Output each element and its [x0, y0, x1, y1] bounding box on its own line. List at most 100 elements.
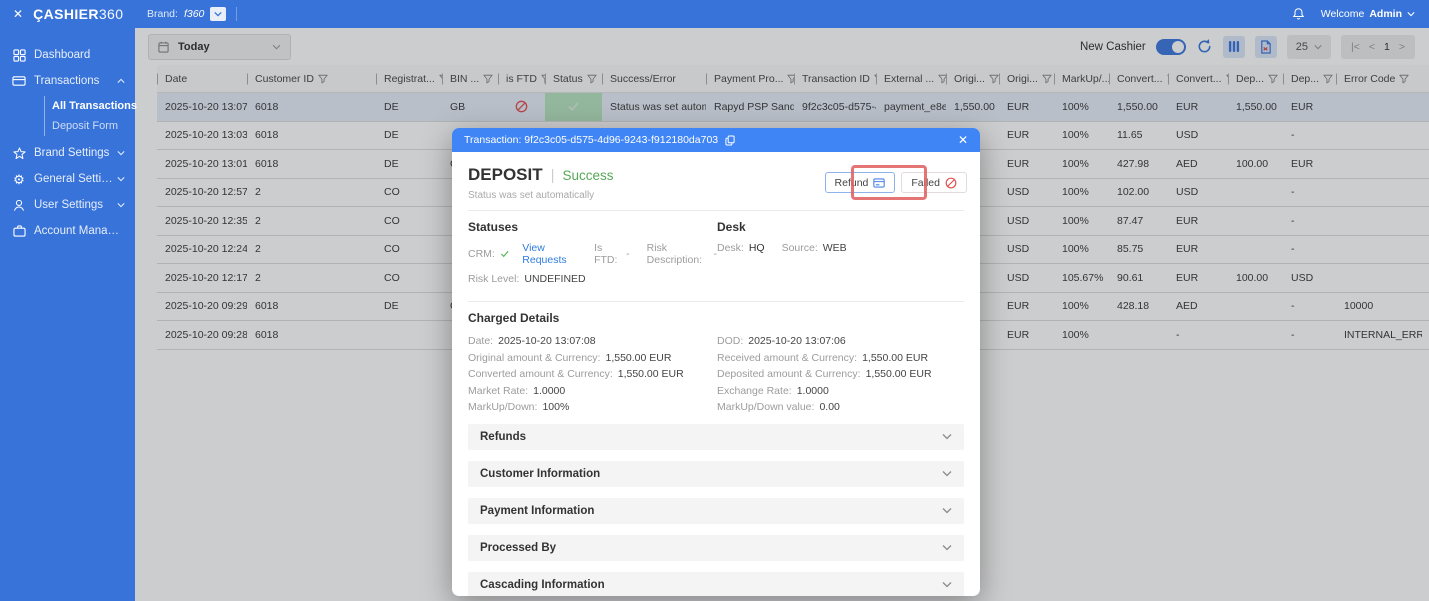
brand-value: f360 — [184, 8, 204, 20]
transaction-status: Success — [563, 168, 614, 183]
sidebar-item-transactions[interactable]: Transactions — [0, 68, 135, 94]
accordion-section[interactable]: Cascading Information — [468, 572, 964, 597]
sidebar-item-label: User Settings — [34, 199, 103, 211]
accordion-label: Refunds — [480, 431, 526, 443]
accordion-label: Payment Information — [480, 505, 594, 517]
detail-value: 1,550.00 EUR — [618, 368, 684, 380]
transaction-type: DEPOSIT — [468, 165, 543, 185]
sidebar-item-user-settings[interactable]: User Settings — [0, 192, 135, 218]
brand-selector: Brand: f360 — [147, 7, 226, 21]
desk-line: Desk: HQ Source: WEB — [717, 242, 964, 254]
menu-close-icon[interactable]: ✕ — [13, 7, 23, 21]
detail-value: 1.0000 — [797, 385, 829, 397]
statuses-line: CRM: View Requests Is FTD: - Risk Descri… — [468, 242, 717, 266]
failed-button[interactable]: Failed — [901, 172, 967, 193]
source-value: WEB — [823, 242, 847, 254]
refund-card-icon — [873, 178, 885, 188]
risk-level-line: Risk Level: UNDEFINED — [468, 273, 717, 285]
sidebar-item-dashboard[interactable]: Dashboard — [0, 42, 135, 68]
sidebar-item-label: General Settings — [34, 173, 117, 185]
sidebar-item-label: Brand Settings — [34, 147, 109, 159]
accordion-section[interactable]: Customer Information — [468, 461, 964, 487]
chevron-down-icon — [117, 176, 125, 182]
is-ftd-label: Is FTD: — [594, 242, 621, 266]
app-root: ✕ ÇASHIER360 Brand: f360 Welcome Admin — [0, 0, 1429, 601]
briefcase-icon — [12, 224, 26, 238]
detail-label: Date: — [468, 335, 493, 347]
desk-title: Desk — [717, 220, 964, 234]
charged-details-grid: Date: 2025-10-20 13:07:08 Original amoun… — [468, 333, 964, 416]
sidebar-item-all-transactions[interactable]: All Transactions — [45, 96, 135, 116]
risk-level-value: UNDEFINED — [524, 273, 585, 285]
accordion-list: Refunds Customer Information Pay — [468, 424, 964, 597]
detail-label: MarkUp/Down: — [468, 401, 537, 413]
detail-line: Deposited amount & Currency: 1,550.00 EU… — [717, 366, 964, 383]
divider — [468, 301, 964, 302]
close-icon[interactable]: ✕ — [958, 133, 968, 147]
detail-value: 0.00 — [819, 401, 839, 413]
detail-label: Market Rate: — [468, 385, 528, 397]
topbar-divider — [236, 7, 237, 21]
app-logo: ÇASHIER360 — [33, 6, 123, 22]
sidebar-item-label: Deposit Form — [52, 120, 118, 132]
modal-title: Transaction: 9f2c3c05-d575-4d96-9243-f91… — [464, 134, 718, 146]
brand-label: Brand: — [147, 8, 178, 20]
accordion-section[interactable]: Refunds — [468, 424, 964, 450]
sidebar: Dashboard Transactions All Transactions … — [0, 28, 135, 601]
divider — [468, 210, 964, 211]
accordion-label: Cascading Information — [480, 579, 605, 591]
accordion-section[interactable]: Payment Information — [468, 498, 964, 524]
check-icon — [500, 249, 509, 259]
chevron-down-icon — [942, 544, 952, 551]
sidebar-item-brand-settings[interactable]: Brand Settings — [0, 140, 135, 166]
detail-line: MarkUp/Down value: 0.00 — [717, 399, 964, 416]
refund-button[interactable]: Refund — [825, 172, 896, 193]
detail-value: 2025-10-20 13:07:06 — [748, 335, 846, 347]
crm-label: CRM: — [468, 248, 495, 260]
chevron-down-icon — [1407, 11, 1415, 17]
refund-button-label: Refund — [835, 177, 869, 189]
detail-line: Received amount & Currency: 1,550.00 EUR — [717, 350, 964, 367]
detail-line: Exchange Rate: 1.0000 — [717, 383, 964, 400]
user-menu[interactable]: Welcome Admin — [1321, 8, 1415, 20]
transaction-modal: Transaction: 9f2c3c05-d575-4d96-9243-f91… — [452, 128, 980, 596]
sidebar-item-general-settings[interactable]: ⚙ General Settings — [0, 166, 135, 192]
detail-label: Original amount & Currency: — [468, 352, 600, 364]
logo-zone: ✕ ÇASHIER360 — [0, 0, 135, 28]
detail-line: Market Rate: 1.0000 — [468, 383, 717, 400]
star-icon — [12, 146, 26, 160]
detail-line: Converted amount & Currency: 1,550.00 EU… — [468, 366, 717, 383]
sidebar-item-deposit-form[interactable]: Deposit Form — [45, 116, 135, 136]
gear-icon: ⚙ — [12, 172, 26, 186]
logo-main: ÇASHIER — [33, 6, 99, 22]
chevron-down-icon — [942, 433, 952, 440]
notification-bell-icon[interactable] — [1292, 7, 1305, 21]
sidebar-item-label: Dashboard — [34, 49, 90, 61]
detail-value: 100% — [542, 401, 569, 413]
chevron-down-icon — [942, 581, 952, 588]
detail-line: MarkUp/Down: 100% — [468, 399, 717, 416]
grid-icon — [12, 48, 26, 62]
sidebar-item-label: All Transactions — [52, 100, 137, 112]
accordion-label: Customer Information — [480, 468, 600, 480]
statuses-column: Statuses CRM: View Requests Is FTD: - Ri… — [468, 220, 717, 292]
detail-label: Converted amount & Currency: — [468, 368, 613, 380]
user-icon — [12, 198, 26, 212]
accordion-section[interactable]: Processed By — [468, 535, 964, 561]
detail-label: Deposited amount & Currency: — [717, 368, 861, 380]
charged-details-section: Charged Details Date: 2025-10-20 13:07:0… — [468, 311, 964, 416]
charged-details-title: Charged Details — [468, 311, 964, 325]
detail-value: 1,550.00 EUR — [862, 352, 928, 364]
source-label: Source: — [782, 242, 818, 254]
risk-level-label: Risk Level: — [468, 273, 519, 285]
view-requests-link[interactable]: View Requests — [522, 242, 577, 266]
logo-suffix: 360 — [99, 6, 124, 22]
chevron-down-icon — [117, 150, 125, 156]
copy-icon[interactable] — [725, 135, 735, 146]
welcome-label: Welcome — [1321, 8, 1365, 20]
detail-line: DOD: 2025-10-20 13:07:06 — [717, 333, 964, 350]
detail-label: MarkUp/Down value: — [717, 401, 814, 413]
brand-dropdown-button[interactable] — [210, 7, 226, 21]
sidebar-item-account-management[interactable]: Account Management — [0, 218, 135, 244]
accordion-label: Processed By — [480, 542, 556, 554]
